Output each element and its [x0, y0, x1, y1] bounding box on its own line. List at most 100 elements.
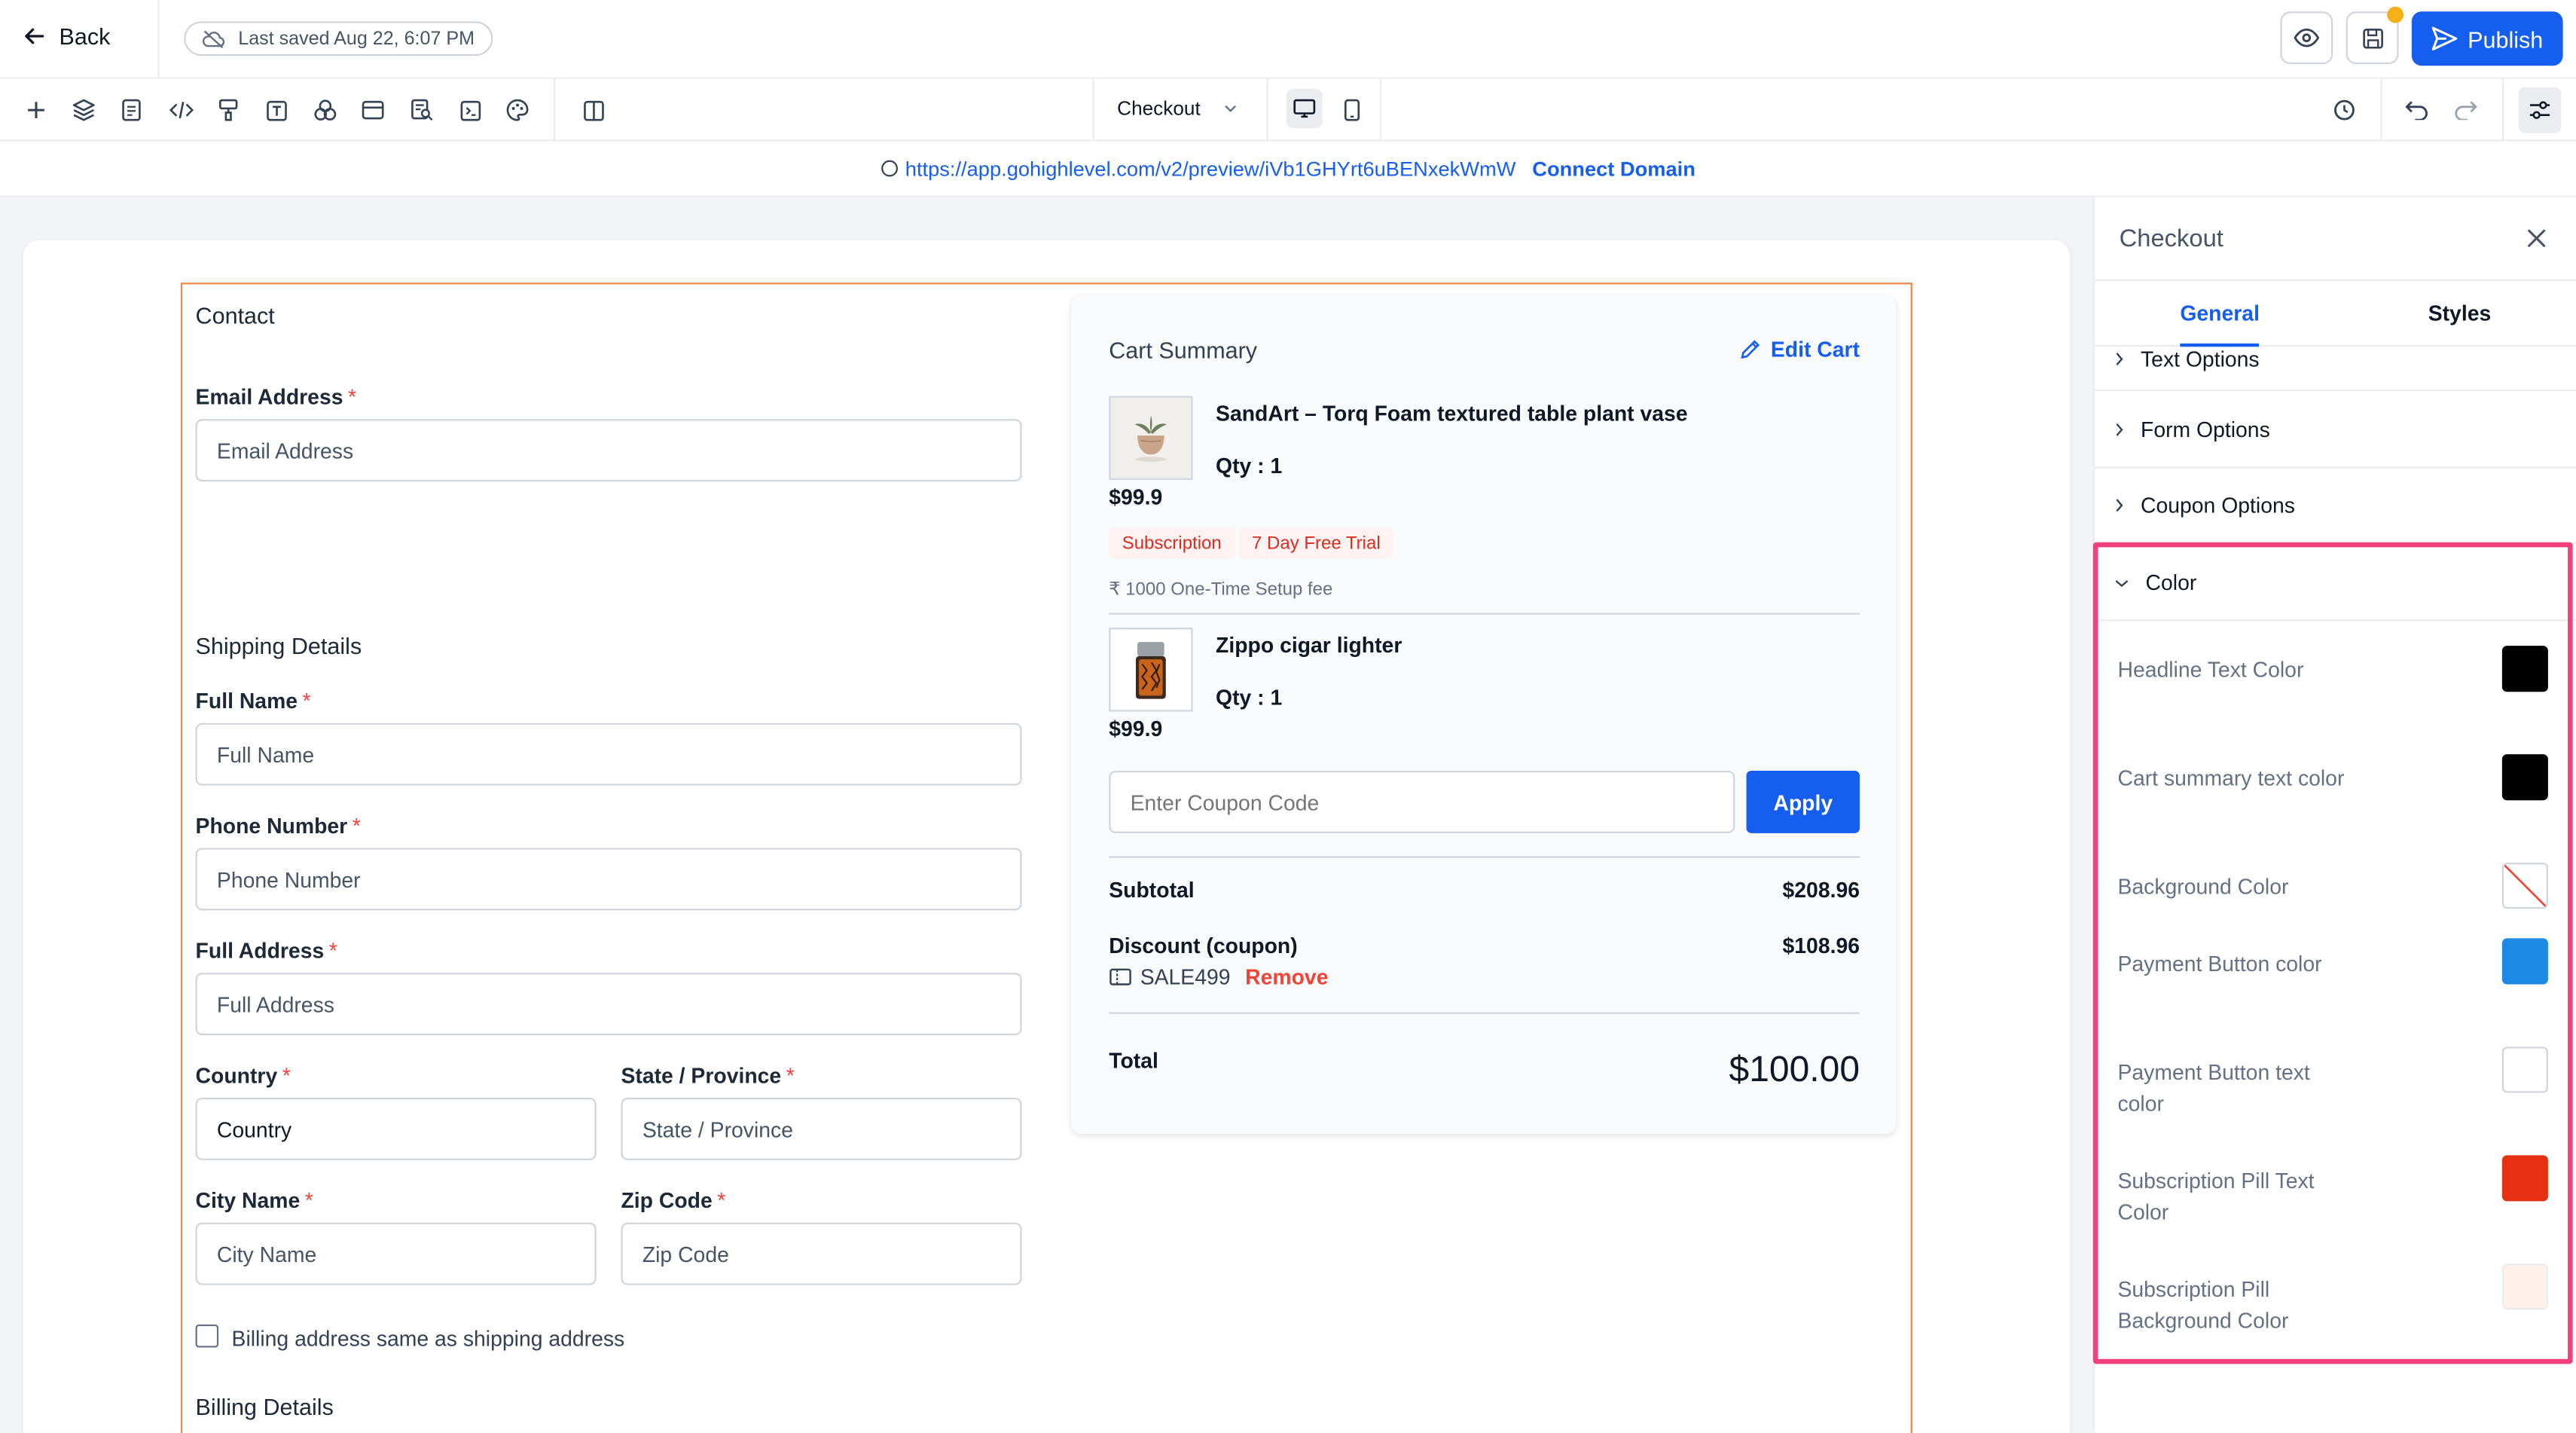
preview-button[interactable]	[2280, 11, 2333, 65]
card-button[interactable]	[358, 96, 387, 125]
background-color-swatch[interactable]	[2501, 863, 2548, 909]
settings-panel-button[interactable]	[2518, 87, 2562, 133]
discount-label: Discount (coupon)	[1109, 933, 1298, 958]
accordion-form-options[interactable]: Form Options	[2094, 393, 2576, 469]
publish-button[interactable]: Publish	[2411, 11, 2563, 66]
payment-button-text-color-swatch[interactable]	[2501, 1046, 2548, 1093]
pill-text-color-swatch[interactable]	[2501, 1155, 2548, 1202]
headline-color-swatch[interactable]	[2501, 646, 2548, 692]
product-name: SandArt – Torq Foam textured table plant…	[1216, 401, 1688, 426]
subscription-pill: Subscription	[1109, 527, 1235, 559]
mobile-view-button[interactable]	[1337, 96, 1366, 125]
email-label: Email Address *	[195, 384, 357, 410]
edit-cart-label: Edit Cart	[1770, 337, 1860, 362]
scripts-button[interactable]	[455, 96, 484, 125]
pill-background-color-swatch[interactable]	[2501, 1263, 2548, 1310]
back-button[interactable]: Back	[23, 23, 111, 49]
undo-button[interactable]	[2402, 96, 2431, 125]
text-icon	[266, 99, 286, 121]
theme-button[interactable]	[502, 96, 532, 125]
add-element-button[interactable]	[21, 96, 50, 125]
product-image-vase	[1109, 396, 1193, 480]
zip-field[interactable]	[621, 1222, 1022, 1285]
connect-domain-link[interactable]: Connect Domain	[1532, 157, 1695, 180]
page-selector-label: Checkout	[1117, 96, 1201, 121]
arrow-left-icon	[25, 28, 44, 44]
panel-title: Checkout	[2119, 225, 2223, 253]
divider	[1109, 613, 1860, 615]
shipping-heading: Shipping Details	[195, 632, 362, 659]
coupon-code-input[interactable]	[1109, 770, 1735, 833]
text-button[interactable]	[261, 96, 291, 125]
divider	[2380, 78, 2382, 142]
shapes-button[interactable]	[310, 96, 340, 125]
billing-same-checkbox[interactable]	[195, 1324, 219, 1348]
save-button[interactable]	[2346, 6, 2404, 65]
divider	[157, 0, 160, 79]
code-button[interactable]	[166, 96, 195, 125]
email-field[interactable]	[195, 419, 1022, 482]
preview-url-link[interactable]: https://app.gohighlevel.com/v2/preview/i…	[881, 157, 1515, 180]
cart-text-color-swatch[interactable]	[2501, 754, 2548, 801]
phone-label: Phone Number *	[195, 813, 361, 839]
paint-button[interactable]	[214, 96, 243, 125]
split-view-button[interactable]	[578, 96, 608, 125]
apply-coupon-button[interactable]: Apply	[1746, 770, 1860, 833]
accordion-text-options[interactable]: Text Options	[2094, 319, 2576, 392]
transparent-icon	[2504, 864, 2547, 907]
desktop-view-button[interactable]	[1286, 88, 1323, 129]
last-saved-text: Last saved Aug 22, 6:07 PM	[238, 29, 475, 49]
close-icon[interactable]	[2525, 227, 2548, 250]
chevron-right-icon	[2116, 353, 2123, 365]
divider	[2501, 78, 2504, 142]
payment-button-color-swatch[interactable]	[2501, 938, 2548, 985]
address-field[interactable]	[195, 973, 1022, 1036]
accordion-label: Coupon Options	[2140, 493, 2295, 518]
accordion-label: Text Options	[2140, 347, 2260, 371]
preview-url-text: https://app.gohighlevel.com/v2/preview/i…	[905, 157, 1516, 180]
top-bar: Back Last saved Aug 22, 6:07 PM Publish	[0, 0, 2576, 79]
send-icon	[2431, 26, 2458, 50]
accordion-color[interactable]: Color	[2094, 545, 2576, 622]
plus-icon	[28, 102, 44, 119]
phone-field[interactable]	[195, 848, 1022, 911]
sliders-icon	[2529, 101, 2550, 119]
product-quantity: Qty : 1	[1216, 685, 1283, 710]
seo-button[interactable]	[407, 96, 437, 125]
remove-coupon-link[interactable]: Remove	[1245, 964, 1328, 989]
clock-icon	[2334, 99, 2355, 121]
pages-button[interactable]	[117, 96, 146, 125]
applied-coupon: SALE499 Remove	[1109, 964, 1328, 989]
cart-summary: Cart Summary Edit Cart SandArt – Torq Fo…	[1071, 295, 1897, 1134]
city-field[interactable]	[195, 1222, 597, 1285]
divider	[1266, 78, 1268, 142]
zip-label: Zip Code *	[621, 1187, 726, 1213]
search-doc-icon	[411, 99, 433, 121]
chevron-down-icon	[1224, 105, 1236, 112]
history-button[interactable]	[2330, 96, 2359, 125]
payment-button-text-color-label: Payment Button text color	[2117, 1059, 2310, 1116]
redo-button[interactable]	[2451, 96, 2480, 125]
country-label: Country *	[195, 1063, 291, 1088]
pill-text-color-label: Subscription Pill Text Color	[2117, 1168, 2315, 1224]
layers-button[interactable]	[69, 96, 99, 125]
full-name-field[interactable]	[195, 723, 1022, 786]
billing-heading: Billing Details	[195, 1393, 334, 1420]
last-saved-badge: Last saved Aug 22, 6:07 PM	[184, 21, 493, 57]
billing-same-label: Billing address same as shipping address	[231, 1326, 625, 1351]
country-select[interactable]: Country	[195, 1097, 597, 1160]
code-icon	[168, 101, 193, 119]
edit-cart-link[interactable]: Edit Cart	[1739, 337, 1860, 362]
subtotal-label: Subtotal	[1109, 877, 1195, 903]
accordion-label: Color	[2145, 570, 2197, 595]
city-label: City Name *	[195, 1187, 313, 1213]
layers-icon	[72, 99, 95, 121]
state-field[interactable]	[621, 1097, 1022, 1160]
contact-heading: Contact	[195, 302, 275, 329]
accordion-coupon-options[interactable]: Coupon Options	[2094, 469, 2576, 544]
setup-fee-text: ₹ 1000 One-Time Setup fee	[1109, 579, 1333, 600]
cloud-off-icon	[202, 29, 225, 48]
divider	[1092, 78, 1094, 142]
full-name-label: Full Name *	[195, 688, 311, 713]
page-selector[interactable]: Checkout	[1117, 96, 1237, 121]
